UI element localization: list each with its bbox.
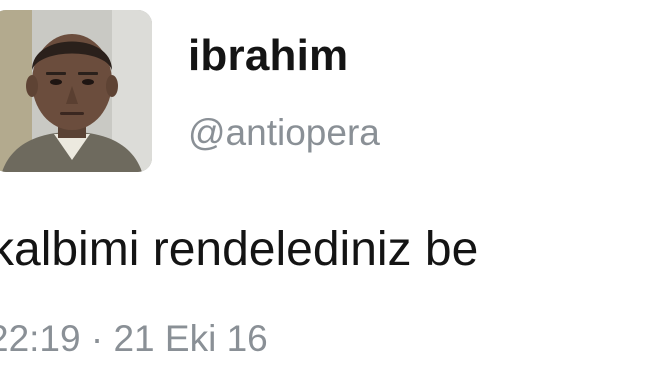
avatar[interactable] [0, 10, 152, 172]
tweet-text: kalbimi rendelediniz be [0, 223, 479, 276]
tweet-timestamp[interactable]: 22:19 · 21 Eki 16 [0, 320, 268, 357]
tweet-card: ibrahim @antiopera kalbimi rendelediniz … [0, 0, 672, 378]
profile-photo-icon [0, 10, 152, 172]
display-name[interactable]: ibrahim [188, 34, 348, 78]
user-handle[interactable]: @antiopera [188, 114, 380, 151]
